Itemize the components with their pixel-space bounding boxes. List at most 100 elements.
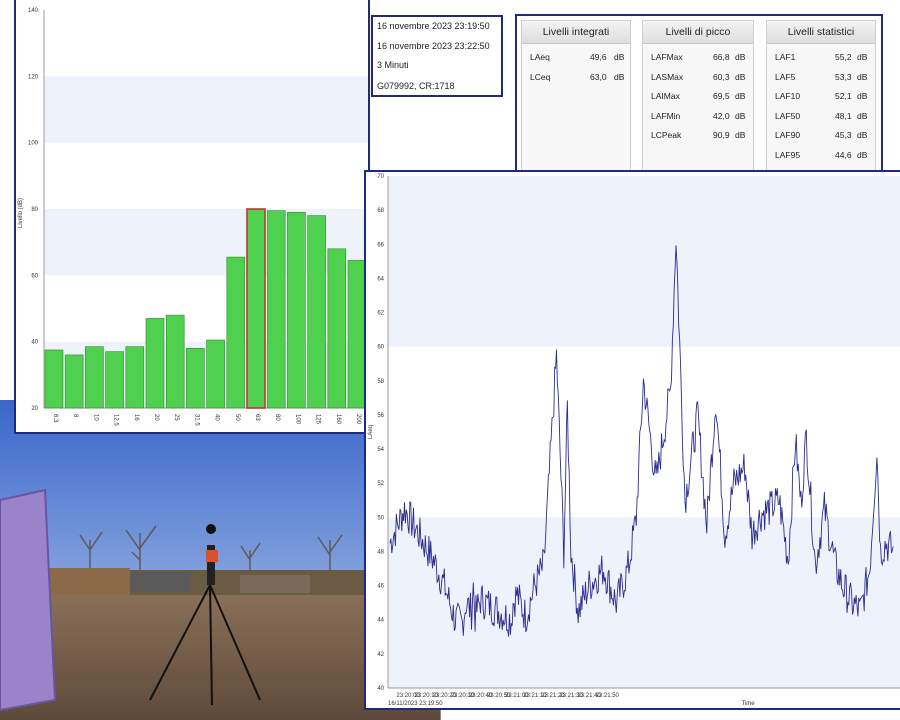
level-label: LASMax bbox=[651, 71, 684, 82]
level-unit: dB bbox=[857, 71, 868, 82]
x-axis-label: Time bbox=[741, 701, 755, 707]
level-value: 44,6 bbox=[835, 149, 852, 160]
level-row-laf1: LAF1 55,2 dB bbox=[767, 47, 875, 67]
level-row-laf95: LAF95 44,6 dB bbox=[767, 145, 875, 165]
level-value: 63,0 bbox=[590, 71, 607, 82]
integrated-levels-header: Livelli integrati bbox=[522, 21, 630, 44]
x-tick-label: 63 bbox=[254, 414, 260, 421]
level-value: 60,3 bbox=[713, 71, 730, 82]
level-unit: dB bbox=[857, 110, 868, 121]
bar-80 bbox=[266, 210, 286, 409]
x-start-label: 16/11/2023 23:19:50 bbox=[388, 701, 443, 707]
y-tick-label: 44 bbox=[377, 618, 384, 624]
y-tick-label: 50 bbox=[377, 515, 384, 521]
y-tick-label: 40 bbox=[31, 340, 38, 346]
level-value: 69,5 bbox=[713, 91, 730, 102]
level-label: LAF50 bbox=[775, 110, 801, 121]
x-tick-label: 50 bbox=[234, 414, 240, 421]
level-label: LAF10 bbox=[775, 91, 801, 102]
statistic-levels-header: Livelli statistici bbox=[767, 21, 875, 44]
level-unit: dB bbox=[614, 71, 625, 82]
level-row-lasmax: LASMax 60,3 dB bbox=[643, 67, 753, 87]
level-row-lafmax: LAFMax 66,8 dB bbox=[643, 47, 753, 67]
x-tick-label: 100 bbox=[294, 414, 300, 425]
integrated-levels-column: Livelli integrati LAeq 49,6 dB LCeq 63,0 dB bbox=[521, 20, 631, 184]
level-row-lafmin: LAFMin 42,0 dB bbox=[643, 106, 753, 126]
level-value: 66,8 bbox=[713, 52, 730, 62]
level-value: 49,6 bbox=[590, 52, 607, 62]
bar-20 bbox=[145, 318, 165, 409]
y-tick-label: 120 bbox=[28, 74, 39, 80]
level-label: LAeq bbox=[530, 52, 550, 62]
x-tick-label: 80 bbox=[274, 414, 280, 421]
level-row-laf10: LAF10 52,1 dB bbox=[767, 86, 875, 106]
bar-31.5 bbox=[186, 347, 205, 409]
level-unit: dB bbox=[735, 110, 746, 121]
level-unit: dB bbox=[857, 149, 868, 160]
measurement-info-box: 16 novembre 2023 23:19:50 16 novembre 20… bbox=[371, 15, 503, 97]
bar-10 bbox=[85, 346, 104, 409]
x-tick-label: 6.3 bbox=[52, 414, 58, 423]
bar-50 bbox=[226, 256, 246, 409]
y-axis-label: Livello (dB) bbox=[18, 198, 24, 228]
y-tick-label: 68 bbox=[377, 208, 384, 214]
spectrum-chart-panel: 20 40 60 80 100 120 140 Livello (dB) 6.3 8 10 12.5 1… bbox=[14, 0, 370, 434]
y-tick-label: 58 bbox=[377, 379, 384, 385]
level-row-lceq: LCeq 63,0 dB bbox=[522, 67, 630, 87]
level-unit: dB bbox=[735, 91, 746, 102]
peak-levels-column: Livelli di picco LAFMax 66,8 dB LASMax 60,3 d… bbox=[642, 20, 754, 184]
y-tick-label: 66 bbox=[377, 242, 384, 248]
y-tick-label: 70 bbox=[377, 174, 384, 180]
x-tick-label: 40 bbox=[214, 414, 220, 421]
y-tick-label: 54 bbox=[377, 447, 384, 453]
level-unit: dB bbox=[857, 52, 868, 62]
level-label: LAIMax bbox=[651, 91, 680, 102]
level-unit: dB bbox=[735, 71, 746, 82]
x-tick-label: 20 bbox=[153, 414, 159, 421]
bar-63 bbox=[246, 208, 266, 409]
level-value: 48,1 bbox=[835, 110, 852, 121]
grid-band bbox=[388, 176, 900, 347]
bar-125 bbox=[307, 215, 326, 409]
level-row-laf5: LAF5 53,3 dB bbox=[767, 67, 875, 87]
y-tick-label: 42 bbox=[377, 652, 384, 658]
level-unit: dB bbox=[614, 52, 625, 62]
time-history-chart-panel: 40 42 44 46 48 50 52 54 56 58 60 62 64 66 68 70 LAeq 23:2… bbox=[364, 170, 900, 710]
y-axis-label: LAeq bbox=[368, 425, 374, 439]
spectrum-bar-chart: 20 40 60 80 100 120 140 Livello (dB) 6.3 8 10 12.5 1… bbox=[18, 8, 368, 426]
y-tick-label: 48 bbox=[377, 549, 384, 555]
level-label: LAFMax bbox=[651, 52, 683, 62]
y-tick-label: 40 bbox=[377, 686, 384, 692]
level-row-lcpeak: LCPeak 90,9 dB bbox=[643, 125, 753, 145]
level-value: 52,1 bbox=[835, 91, 852, 102]
x-tick-label: 125 bbox=[315, 414, 321, 425]
grid-band bbox=[44, 76, 368, 143]
x-tick-label: 200 bbox=[355, 414, 361, 425]
level-label: LAF90 bbox=[775, 130, 801, 141]
y-tick-label: 46 bbox=[377, 584, 384, 590]
y-tick-label: 56 bbox=[377, 413, 384, 419]
level-unit: dB bbox=[857, 91, 868, 102]
level-label: LAFMin bbox=[651, 110, 681, 121]
end-time: 16 novembre 2023 23:22:50 bbox=[377, 41, 490, 51]
bar-25 bbox=[165, 314, 185, 409]
level-row-laf50: LAF50 48,1 dB bbox=[767, 106, 875, 126]
level-value: 53,3 bbox=[835, 71, 852, 82]
x-tick-label: 8 bbox=[72, 414, 78, 418]
y-tick-label: 62 bbox=[377, 311, 384, 317]
x-tick-label: 25 bbox=[173, 414, 179, 421]
y-tick-label: 64 bbox=[377, 276, 384, 282]
level-label: LCeq bbox=[530, 71, 551, 82]
level-value: 90,9 bbox=[713, 130, 730, 141]
x-tick-label: 160 bbox=[335, 414, 341, 425]
level-label: LAF5 bbox=[775, 71, 796, 82]
bar-12.5 bbox=[105, 351, 124, 409]
duration: 3 Minuti bbox=[377, 60, 409, 70]
bar-8 bbox=[64, 354, 84, 409]
bar-6.3 bbox=[44, 349, 64, 409]
time-history-line-chart: 40 42 44 46 48 50 52 54 56 58 60 62 64 66 68 70 LAeq 23:2… bbox=[368, 174, 900, 707]
device-serial: G079992, CR:1718 bbox=[377, 81, 455, 91]
statistic-levels-column: Livelli statistici LAF1 55,2 dB LAF5 53,3 dB L… bbox=[766, 20, 876, 184]
bar-100 bbox=[287, 212, 306, 409]
level-value: 45,3 bbox=[835, 130, 852, 141]
